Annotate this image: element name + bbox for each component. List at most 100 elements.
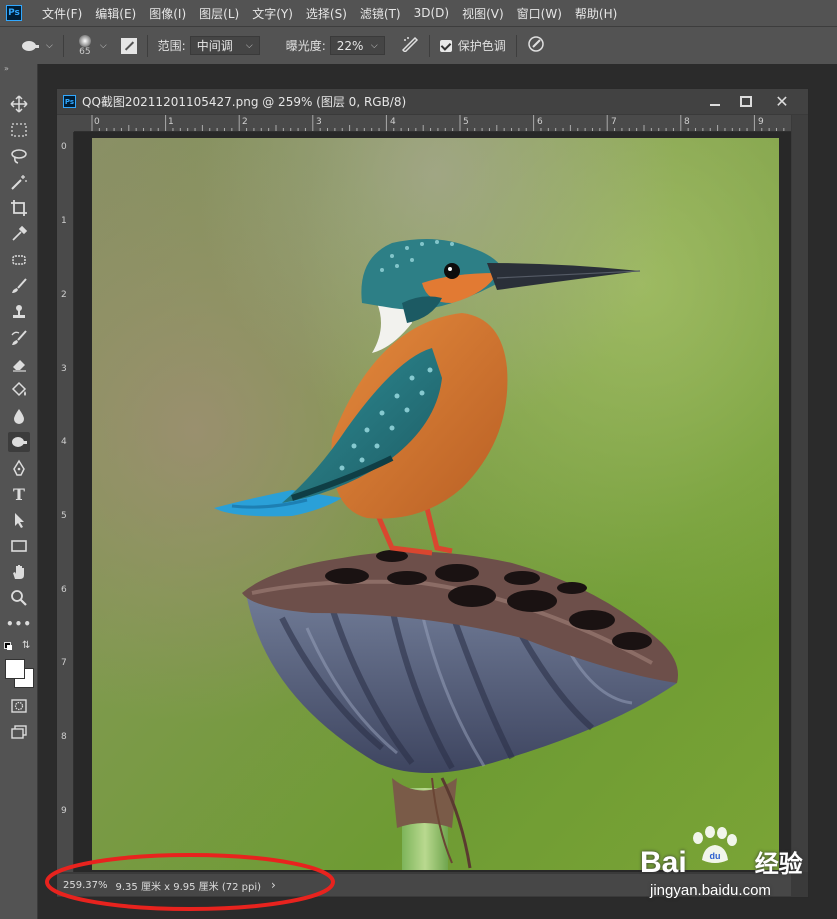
- paint-bucket-tool-icon[interactable]: [8, 380, 30, 400]
- menu-layer[interactable]: 图层(L): [199, 5, 239, 22]
- ruler-label: 0: [94, 117, 100, 127]
- document-tab[interactable]: Ps QQ截图20211201105427.png @ 259% (图层 0, …: [57, 89, 808, 114]
- divider: [515, 34, 517, 57]
- quick-mask-icon[interactable]: [8, 696, 30, 716]
- brush-size: 65: [79, 46, 91, 57]
- ruler-label: 1: [61, 216, 67, 226]
- exposure-value: 22%: [336, 38, 364, 53]
- ruler-label: 8: [61, 732, 67, 742]
- foreground-color-swatch[interactable]: [5, 659, 25, 679]
- menu-filter[interactable]: 滤镜(T): [360, 5, 401, 22]
- menu-bar: Ps 文件(F) 编辑(E) 图像(I) 图层(L) 文字(Y) 选择(S) 滤…: [0, 0, 837, 26]
- path-selection-tool-icon[interactable]: [8, 510, 30, 530]
- ruler-label: 6: [537, 117, 543, 127]
- default-colors-icon[interactable]: [4, 642, 12, 650]
- ruler-label: 4: [61, 437, 67, 447]
- exposure-label: 曝光度:: [285, 39, 326, 53]
- menu-window[interactable]: 窗口(W): [517, 5, 562, 22]
- chevron-down-icon[interactable]: ⌵: [100, 41, 107, 51]
- watermark-url: jingyan.baidu.com: [650, 882, 771, 899]
- protect-tones-checkbox[interactable]: [439, 39, 452, 52]
- screen-mode-icon[interactable]: [8, 722, 30, 742]
- chevron-down-icon: ⌵: [245, 40, 253, 51]
- vertical-scrollbar[interactable]: [792, 115, 808, 872]
- eyedropper-tool-icon[interactable]: [8, 224, 30, 244]
- ruler-label: 5: [61, 511, 67, 521]
- ruler-label: 2: [61, 290, 67, 300]
- ruler-origin[interactable]: [57, 115, 74, 132]
- brush-tool-icon[interactable]: [8, 276, 30, 296]
- ruler-label: 2: [242, 117, 248, 127]
- ruler-label: 5: [463, 117, 469, 127]
- vertical-ruler[interactable]: 0 1 2 3 4 5 6 7 8 9: [57, 132, 74, 872]
- photoshop-logo-icon: Ps: [6, 5, 22, 21]
- protect-tones-label: 保护色调: [457, 39, 506, 53]
- hand-tool-icon[interactable]: [8, 562, 30, 582]
- ruler-label: 1: [168, 117, 174, 127]
- menu-view[interactable]: 视图(V): [462, 5, 504, 22]
- type-tool-icon[interactable]: T: [8, 484, 30, 504]
- menu-select[interactable]: 选择(S): [306, 5, 347, 22]
- menu-help[interactable]: 帮助(H): [575, 5, 617, 22]
- pen-tool-icon[interactable]: [8, 458, 30, 478]
- clone-stamp-tool-icon[interactable]: [8, 302, 30, 322]
- blur-tool-icon[interactable]: [8, 406, 30, 426]
- maximize-icon[interactable]: [733, 93, 759, 109]
- divider: [146, 34, 148, 57]
- document-title: QQ截图20211201105427.png @ 259% (图层 0, RGB…: [82, 95, 407, 109]
- close-icon[interactable]: ✕: [769, 92, 795, 111]
- healing-brush-tool-icon[interactable]: [8, 250, 30, 270]
- magic-wand-tool-icon[interactable]: [8, 172, 30, 192]
- photoshop-document-icon: Ps: [63, 95, 76, 108]
- range-label: 范围:: [157, 39, 186, 53]
- menu-image[interactable]: 图像(I): [149, 5, 186, 22]
- range-value: 中间调: [196, 39, 233, 53]
- history-brush-tool-icon[interactable]: [8, 328, 30, 348]
- airbrush-icon[interactable]: [401, 36, 419, 55]
- brush-preset-picker[interactable]: 65: [74, 34, 96, 57]
- divider: [62, 34, 64, 57]
- more-tools-icon[interactable]: •••: [6, 614, 31, 634]
- tool-preset-picker[interactable]: ⌵: [20, 39, 53, 53]
- photo-kingfisher-on-lotus-pod: [92, 138, 779, 870]
- swap-colors-icon[interactable]: ⇅: [22, 640, 30, 651]
- ruler-label: 7: [611, 117, 617, 127]
- watermark-suffix: 经验: [754, 850, 803, 878]
- range-select[interactable]: 中间调 ⌵: [189, 36, 260, 55]
- rectangle-tool-icon[interactable]: [8, 536, 30, 556]
- ruler-label: 0: [61, 142, 67, 152]
- brush-settings-icon[interactable]: [120, 37, 137, 54]
- chevron-down-icon: ⌵: [46, 40, 53, 51]
- tools-panel: » T ••• ⇅: [0, 64, 38, 919]
- ruler-label: 3: [316, 117, 322, 127]
- menu-file[interactable]: 文件(F): [42, 5, 82, 22]
- pressure-size-icon[interactable]: [527, 35, 545, 56]
- menu-3d[interactable]: 3D(D): [414, 6, 449, 20]
- brush-tip-icon: [78, 34, 91, 47]
- divider: [428, 34, 430, 57]
- options-bar: ⌵ 65 ⌵ 范围: 中间调 ⌵ 曝光度: 22% ⌵ 保护色调: [0, 26, 837, 64]
- exposure-input[interactable]: 22% ⌵: [329, 36, 385, 55]
- dodge-burn-tool-icon[interactable]: [8, 432, 30, 452]
- horizontal-ruler[interactable]: 0 1 2 3 4 5 6 7 8 9: [74, 115, 791, 132]
- chevron-down-icon: ⌵: [370, 40, 378, 51]
- watermark-brand: Bai: [640, 846, 687, 879]
- crop-tool-icon[interactable]: [8, 198, 30, 218]
- move-tool-icon[interactable]: [8, 94, 30, 114]
- menu-edit[interactable]: 编辑(E): [95, 5, 136, 22]
- ruler-label: 9: [758, 117, 764, 127]
- minimize-icon[interactable]: [702, 93, 728, 109]
- annotation-ellipse: [45, 853, 335, 911]
- eraser-tool-icon[interactable]: [8, 354, 30, 374]
- marquee-tool-icon[interactable]: [8, 120, 30, 140]
- ruler-label: 6: [61, 585, 67, 595]
- ruler-label: 4: [390, 117, 396, 127]
- menu-type[interactable]: 文字(Y): [252, 5, 293, 22]
- ruler-label: 7: [61, 658, 67, 668]
- ruler-label: 8: [684, 117, 690, 127]
- dodge-tool-icon: [22, 40, 39, 51]
- zoom-tool-icon[interactable]: [8, 588, 30, 608]
- panel-collapse-icon[interactable]: »: [0, 64, 37, 74]
- baidu-jingyan-watermark: du Bai 经验 jingyan.baidu.com: [640, 826, 830, 910]
- lasso-tool-icon[interactable]: [8, 146, 30, 166]
